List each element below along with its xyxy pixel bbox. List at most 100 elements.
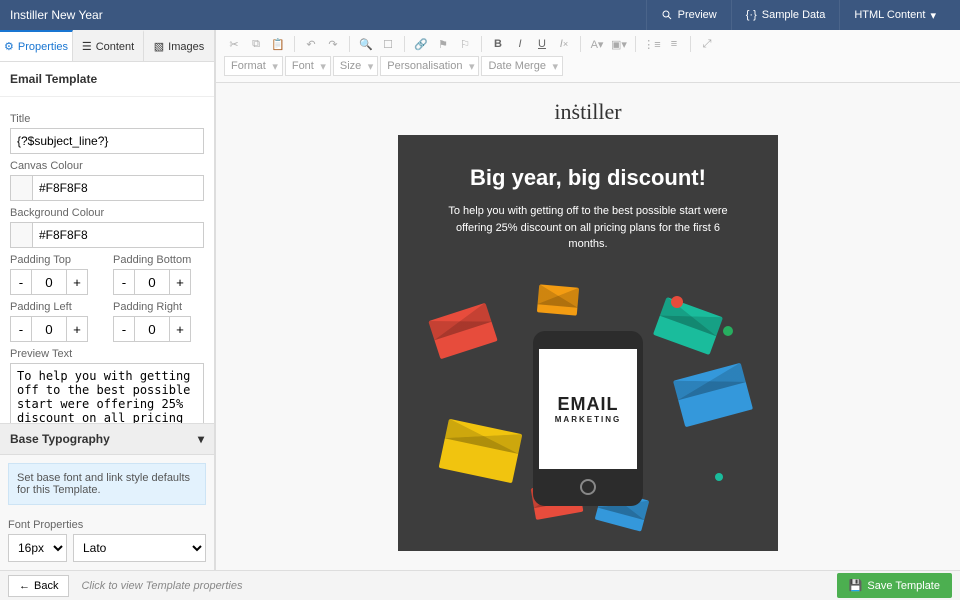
bg-colour-swatch[interactable] (10, 222, 32, 248)
bg-colour-input[interactable] (32, 222, 204, 248)
select-all-icon[interactable]: ☐ (378, 34, 398, 54)
pad-left-minus[interactable]: - (10, 316, 32, 342)
pad-top-plus[interactable]: + (66, 269, 88, 295)
back-label: Back (34, 580, 58, 592)
preview-label: Preview (678, 9, 717, 21)
personalisation-select[interactable]: Personalisation (380, 56, 479, 76)
page-title: Instiller New Year (10, 8, 646, 22)
pad-left-label: Padding Left (10, 301, 101, 313)
chevron-down-icon: ▾ (930, 9, 936, 22)
back-button[interactable]: ← Back (8, 575, 69, 597)
pad-bottom-minus[interactable]: - (113, 269, 135, 295)
cut-icon[interactable]: ✂ (224, 34, 244, 54)
pad-top-stepper: - + (10, 269, 101, 295)
toolbar: ✂ ⧉ 📋 ↶ ↷ 🔍 ☐ 🔗 ⚑ ⚐ B I U I× A▾ (216, 30, 960, 83)
undo-icon[interactable]: ↶ (301, 34, 321, 54)
envelope-icon (428, 302, 497, 359)
tab-properties-label: Properties (18, 41, 68, 53)
font-props-label: Font Properties (0, 519, 214, 531)
pad-right-input[interactable] (135, 316, 169, 342)
brand-logo: inṡtiller (554, 99, 621, 125)
pad-right-label: Padding Right (113, 301, 204, 313)
flag-icon[interactable]: ⚐ (455, 34, 475, 54)
title-label: Title (10, 113, 204, 125)
pad-right-stepper: - + (113, 316, 204, 342)
footer: ← Back Click to view Template properties… (0, 570, 960, 600)
anchor-icon[interactable]: ⚑ (433, 34, 453, 54)
canvas-colour-swatch[interactable] (10, 175, 32, 201)
font-select[interactable]: Font (285, 56, 331, 76)
pad-top-minus[interactable]: - (10, 269, 32, 295)
top-bar: Instiller New Year Preview {·} Sample Da… (0, 0, 960, 30)
underline-icon[interactable]: U (532, 34, 552, 54)
email-paragraph: To help you with getting off to the best… (438, 203, 738, 253)
properties-panel: Title Canvas Colour Background Colour Pa… (0, 97, 214, 423)
footer-hint: Click to view Template properties (81, 580, 824, 592)
dot-icon (715, 473, 723, 481)
bg-colour-label: Background Colour (10, 207, 204, 219)
font-size-select[interactable]: 16px (8, 534, 67, 562)
save-button[interactable]: 💾 Save Template (837, 573, 952, 598)
pad-bottom-stepper: - + (113, 269, 204, 295)
bullet-list-icon[interactable]: ⋮≡ (642, 34, 662, 54)
tab-images[interactable]: ▧ Images (144, 30, 214, 61)
image-icon: ▧ (154, 40, 164, 53)
search-icon (661, 9, 673, 21)
canvas[interactable]: inṡtiller Big year, big discount! To hel… (216, 83, 960, 570)
pad-right-minus[interactable]: - (113, 316, 135, 342)
copy-icon[interactable]: ⧉ (246, 34, 266, 54)
list-icon: ☰ (82, 40, 92, 53)
italic-icon[interactable]: I (510, 34, 530, 54)
bg-color-icon[interactable]: ▣▾ (609, 34, 629, 54)
pad-right-plus[interactable]: + (169, 316, 191, 342)
envelope-icon (537, 284, 579, 315)
title-input[interactable] (10, 128, 204, 154)
preview-text-input[interactable]: To help you with getting off to the best… (10, 363, 204, 423)
pad-top-label: Padding Top (10, 254, 101, 266)
phone-text-small: MARKETING (555, 415, 621, 424)
redo-icon[interactable]: ↷ (323, 34, 343, 54)
date-merge-select[interactable]: Date Merge (481, 56, 562, 76)
clear-format-icon[interactable]: I× (554, 34, 574, 54)
pad-left-input[interactable] (32, 316, 66, 342)
typography-accordion[interactable]: Base Typography ▾ (0, 423, 214, 455)
dot-icon (671, 296, 683, 308)
canvas-colour-label: Canvas Colour (10, 160, 204, 172)
hero-illustration: EMAIL MARKETING (438, 271, 738, 521)
editor-area: ✂ ⧉ 📋 ↶ ↷ 🔍 ☐ 🔗 ⚑ ⚐ B I U I× A▾ (215, 30, 960, 570)
save-icon: 💾 (849, 579, 863, 592)
tab-properties[interactable]: ⚙ Properties (0, 30, 73, 61)
format-select[interactable]: Format (224, 56, 283, 76)
envelope-icon (439, 418, 523, 483)
bold-icon[interactable]: B (488, 34, 508, 54)
dot-icon (723, 326, 733, 336)
paste-icon[interactable]: 📋 (268, 34, 288, 54)
arrow-left-icon: ← (19, 580, 30, 592)
pad-bottom-input[interactable] (135, 269, 169, 295)
text-color-icon[interactable]: A▾ (587, 34, 607, 54)
pad-left-plus[interactable]: + (66, 316, 88, 342)
sample-data-button[interactable]: {·} Sample Data (731, 0, 840, 30)
section-heading: Email Template (0, 62, 214, 97)
canvas-colour-input[interactable] (32, 175, 204, 201)
envelope-icon (653, 296, 723, 354)
tab-content[interactable]: ☰ Content (73, 30, 144, 61)
size-select[interactable]: Size (333, 56, 378, 76)
preview-button[interactable]: Preview (646, 0, 731, 30)
pad-top-input[interactable] (32, 269, 66, 295)
tab-images-label: Images (168, 41, 204, 53)
mode-dropdown[interactable]: HTML Content ▾ (839, 0, 950, 30)
link-icon[interactable]: 🔗 (411, 34, 431, 54)
expand-icon[interactable]: ⤢ (697, 34, 717, 54)
pad-bottom-plus[interactable]: + (169, 269, 191, 295)
phone-text-big: EMAIL (558, 394, 619, 415)
chevron-down-icon: ▾ (198, 432, 204, 446)
tab-content-label: Content (96, 41, 135, 53)
sidebar-tabs: ⚙ Properties ☰ Content ▧ Images (0, 30, 214, 62)
typography-heading: Base Typography (10, 432, 110, 446)
gear-icon: ⚙ (4, 40, 14, 53)
search-icon[interactable]: 🔍 (356, 34, 376, 54)
sidebar: ⚙ Properties ☰ Content ▧ Images Email Te… (0, 30, 215, 570)
number-list-icon[interactable]: ≡ (664, 34, 684, 54)
font-family-select[interactable]: Lato (73, 534, 206, 562)
